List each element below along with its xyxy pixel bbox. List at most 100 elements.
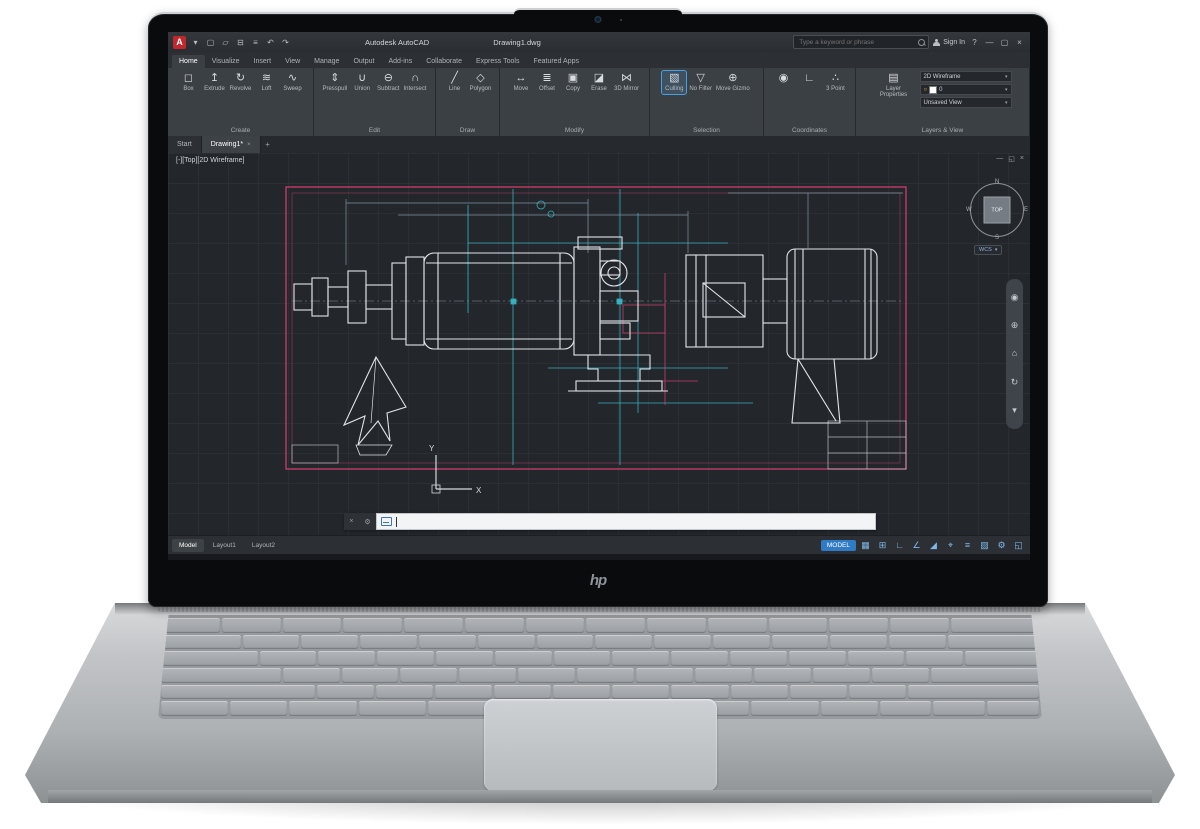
- drawing-restore-icon[interactable]: ◱: [1008, 155, 1015, 163]
- panel-selection-label[interactable]: Selection: [652, 125, 761, 135]
- file-tab-start[interactable]: Start: [168, 136, 202, 153]
- command-customize-icon[interactable]: ⚙: [364, 518, 370, 526]
- search-input[interactable]: [797, 38, 915, 47]
- transparency-icon[interactable]: ▨: [977, 540, 992, 551]
- drawing-close-icon[interactable]: ×: [1020, 155, 1024, 163]
- erase-tool[interactable]: ◪Erase: [587, 71, 611, 94]
- command-close-icon[interactable]: ×: [349, 518, 353, 525]
- tab-output[interactable]: Output: [346, 55, 381, 68]
- extrude-tool[interactable]: ↥Extrude: [203, 71, 227, 94]
- move-gizmo-tool[interactable]: ⊕Move Gizmo: [715, 71, 751, 94]
- print-icon[interactable]: ≡: [250, 38, 261, 47]
- key: [751, 701, 818, 716]
- pan-icon[interactable]: ⊕: [1011, 321, 1019, 330]
- panel-selection: ▧Culling ▽No Filter ⊕Move Gizmo Selectio…: [650, 68, 764, 136]
- mirror-3d-tool[interactable]: ⋈3D Mirror: [613, 71, 640, 94]
- viewcube-east[interactable]: E: [1024, 207, 1028, 213]
- command-input[interactable]: [376, 513, 876, 530]
- redo-icon[interactable]: ↷: [280, 38, 291, 47]
- undo-icon[interactable]: ↶: [265, 38, 276, 47]
- ortho-icon[interactable]: ∟: [892, 540, 907, 550]
- key: [243, 635, 300, 650]
- viewcube[interactable]: N S W E TOP: [968, 181, 1026, 239]
- drawing-minimize-icon[interactable]: —: [996, 155, 1003, 163]
- command-line[interactable]: × ⚙: [344, 513, 876, 530]
- polygon-tool[interactable]: ◇Polygon: [469, 71, 493, 94]
- layer-dropdown[interactable]: ○0▾: [920, 84, 1012, 95]
- presspull-tool[interactable]: ⇕Presspull: [321, 71, 348, 94]
- snap-icon[interactable]: ⊞: [875, 540, 890, 551]
- layout2-tab[interactable]: Layout2: [245, 539, 282, 552]
- new-drawing-tab-button[interactable]: +: [261, 136, 275, 153]
- line-tool[interactable]: ╱Line: [443, 71, 467, 94]
- view-dropdown[interactable]: Unsaved View▾: [920, 97, 1012, 108]
- app-menu-caret-icon[interactable]: ▾: [190, 38, 201, 47]
- move-tool[interactable]: ↔Move: [509, 71, 533, 94]
- sign-in-button[interactable]: Sign In: [933, 39, 965, 46]
- three-point-tool[interactable]: ∴3 Point: [824, 71, 848, 94]
- navbar-more-icon[interactable]: ▾: [1012, 406, 1017, 415]
- close-icon[interactable]: ×: [1014, 38, 1025, 47]
- clean-screen-icon[interactable]: ◱: [1011, 540, 1026, 551]
- orbit-icon[interactable]: ◉: [1011, 293, 1019, 302]
- no-filter-tool[interactable]: ▽No Filter: [688, 71, 713, 94]
- minimize-icon[interactable]: —: [984, 38, 995, 47]
- viewcube-top-face[interactable]: TOP: [984, 197, 1011, 224]
- viewcube-north[interactable]: N: [995, 179, 999, 185]
- subtract-tool[interactable]: ⊖Subtract: [376, 71, 400, 94]
- save-file-icon[interactable]: ⊟: [235, 38, 246, 47]
- ucs-tool[interactable]: ∟: [798, 71, 822, 86]
- layer-properties-tool[interactable]: ▤ Layer Properties: [874, 71, 914, 100]
- box-tool[interactable]: ◻Box: [177, 71, 201, 94]
- lineweight-icon[interactable]: ≡: [960, 540, 975, 550]
- tab-express-tools[interactable]: Express Tools: [469, 55, 526, 68]
- loft-tool[interactable]: ≋Loft: [255, 71, 279, 94]
- panel-coordinates-label[interactable]: Coordinates: [766, 125, 853, 135]
- help-icon[interactable]: ?: [969, 38, 980, 47]
- wcs-dropdown[interactable]: WCS ▾: [974, 245, 1002, 255]
- tab-insert[interactable]: Insert: [247, 55, 279, 68]
- viewcube-west[interactable]: W: [966, 207, 972, 213]
- polar-tracking-icon[interactable]: ∠: [909, 540, 924, 551]
- layout1-tab[interactable]: Layout1: [206, 539, 243, 552]
- panel-layers-view-label[interactable]: Layers & View: [858, 125, 1027, 135]
- autocad-app-menu-icon[interactable]: A: [173, 36, 186, 49]
- tab-close-icon[interactable]: ×: [247, 142, 251, 148]
- home-view-icon[interactable]: ⌂: [1012, 349, 1017, 358]
- drawing-canvas[interactable]: Y X [-][Top][2D Wireframe] — ◱ × N S W E: [168, 153, 1030, 535]
- tab-view[interactable]: View: [278, 55, 307, 68]
- tab-featured-apps[interactable]: Featured Apps: [526, 55, 586, 68]
- panel-create-label[interactable]: Create: [170, 125, 311, 135]
- panel-edit-label[interactable]: Edit: [316, 125, 433, 135]
- tab-home[interactable]: Home: [172, 55, 205, 68]
- file-tab-drawing1[interactable]: Drawing1*×: [202, 136, 261, 153]
- ucs-world-tool[interactable]: ◉: [772, 71, 796, 86]
- culling-tool[interactable]: ▧Culling: [662, 71, 686, 94]
- model-tab[interactable]: Model: [172, 539, 204, 552]
- tab-visualize[interactable]: Visualize: [205, 55, 247, 68]
- object-snap-icon[interactable]: ⌖: [943, 540, 958, 551]
- tab-addins[interactable]: Add-ins: [381, 55, 419, 68]
- sweep-tool[interactable]: ∿Sweep: [281, 71, 305, 94]
- visual-style-dropdown[interactable]: 2D Wireframe▾: [920, 71, 1012, 82]
- maximize-icon[interactable]: ▢: [999, 38, 1010, 47]
- union-tool[interactable]: ∪Union: [350, 71, 374, 94]
- intersect-tool[interactable]: ∩Intersect: [403, 71, 428, 94]
- panel-modify-label[interactable]: Modify: [502, 125, 647, 135]
- viewport-controls[interactable]: [-][Top][2D Wireframe]: [176, 157, 244, 164]
- copy-tool[interactable]: ▣Copy: [561, 71, 585, 94]
- steering-wheel-icon[interactable]: ↻: [1011, 378, 1019, 387]
- settings-gear-icon[interactable]: ⚙: [994, 540, 1009, 551]
- viewcube-south[interactable]: S: [995, 235, 999, 241]
- search-box[interactable]: [793, 35, 929, 49]
- panel-draw-label[interactable]: Draw: [438, 125, 497, 135]
- offset-tool[interactable]: ≣Offset: [535, 71, 559, 94]
- isodraft-icon[interactable]: ◢: [926, 540, 941, 551]
- new-file-icon[interactable]: ▢: [205, 38, 216, 47]
- grid-icon[interactable]: ▦: [858, 540, 873, 551]
- model-space-button[interactable]: MODEL: [821, 540, 856, 551]
- revolve-tool[interactable]: ↻Revolve: [229, 71, 253, 94]
- open-file-icon[interactable]: ▱: [220, 38, 231, 47]
- tab-manage[interactable]: Manage: [307, 55, 346, 68]
- tab-collaborate[interactable]: Collaborate: [419, 55, 469, 68]
